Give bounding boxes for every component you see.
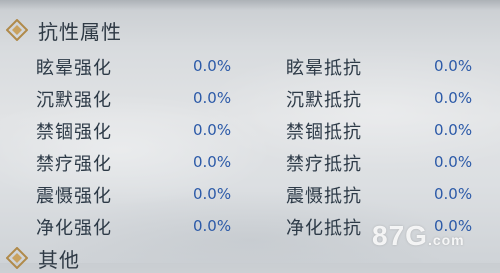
stat-row-imprison: 禁锢强化 0.0% 禁锢抵抗 0.0% xyxy=(0,118,500,148)
stat-value: 0.0% xyxy=(193,89,232,107)
stat-label: 净化强化 xyxy=(36,218,112,239)
stat-value: 0.0% xyxy=(434,185,473,203)
stat-value: 0.0% xyxy=(193,121,232,139)
stat-label: 沉默强化 xyxy=(36,90,112,111)
stat-value: 0.0% xyxy=(434,153,473,171)
stat-value: 0.0% xyxy=(193,57,232,75)
site-watermark: 87G.com xyxy=(372,220,465,252)
stat-label: 禁锢抵抗 xyxy=(286,122,362,143)
stat-label: 净化抵抗 xyxy=(286,218,362,239)
section-header-resistance: 抗性属性 xyxy=(4,15,122,45)
stat-value: 0.0% xyxy=(193,217,232,235)
stat-label: 眩晕抵抗 xyxy=(286,58,362,79)
stat-label: 禁疗强化 xyxy=(36,154,112,175)
stat-label: 眩晕强化 xyxy=(36,58,112,79)
stat-row-heal-block: 禁疗强化 0.0% 禁疗抵抗 0.0% xyxy=(0,150,500,180)
stat-row-deter: 震慑强化 0.0% 震慑抵抗 0.0% xyxy=(0,182,500,212)
diamond-icon xyxy=(4,17,30,43)
stat-row-silence: 沉默强化 0.0% 沉默抵抗 0.0% xyxy=(0,86,500,116)
stat-label: 禁锢强化 xyxy=(36,122,112,143)
diamond-icon xyxy=(4,245,30,271)
stat-label: 禁疗抵抗 xyxy=(286,154,362,175)
section-title-other: 其他 xyxy=(38,247,80,272)
stat-label: 震慑抵抗 xyxy=(286,186,362,207)
top-edge-strip xyxy=(0,0,500,10)
stat-value: 0.0% xyxy=(434,57,473,75)
section-title-resistance: 抗性属性 xyxy=(38,19,122,44)
stat-value: 0.0% xyxy=(434,89,473,107)
watermark-suffix: .com xyxy=(427,232,465,248)
stat-label: 沉默抵抗 xyxy=(286,90,362,111)
watermark-main: 87G xyxy=(372,220,428,251)
stat-row-stun: 眩晕强化 0.0% 眩晕抵抗 0.0% xyxy=(0,54,500,84)
section-header-other: 其他 xyxy=(4,243,80,273)
stat-value: 0.0% xyxy=(193,153,232,171)
stat-value: 0.0% xyxy=(193,185,232,203)
stat-value: 0.0% xyxy=(434,121,473,139)
stat-label: 震慑强化 xyxy=(36,186,112,207)
